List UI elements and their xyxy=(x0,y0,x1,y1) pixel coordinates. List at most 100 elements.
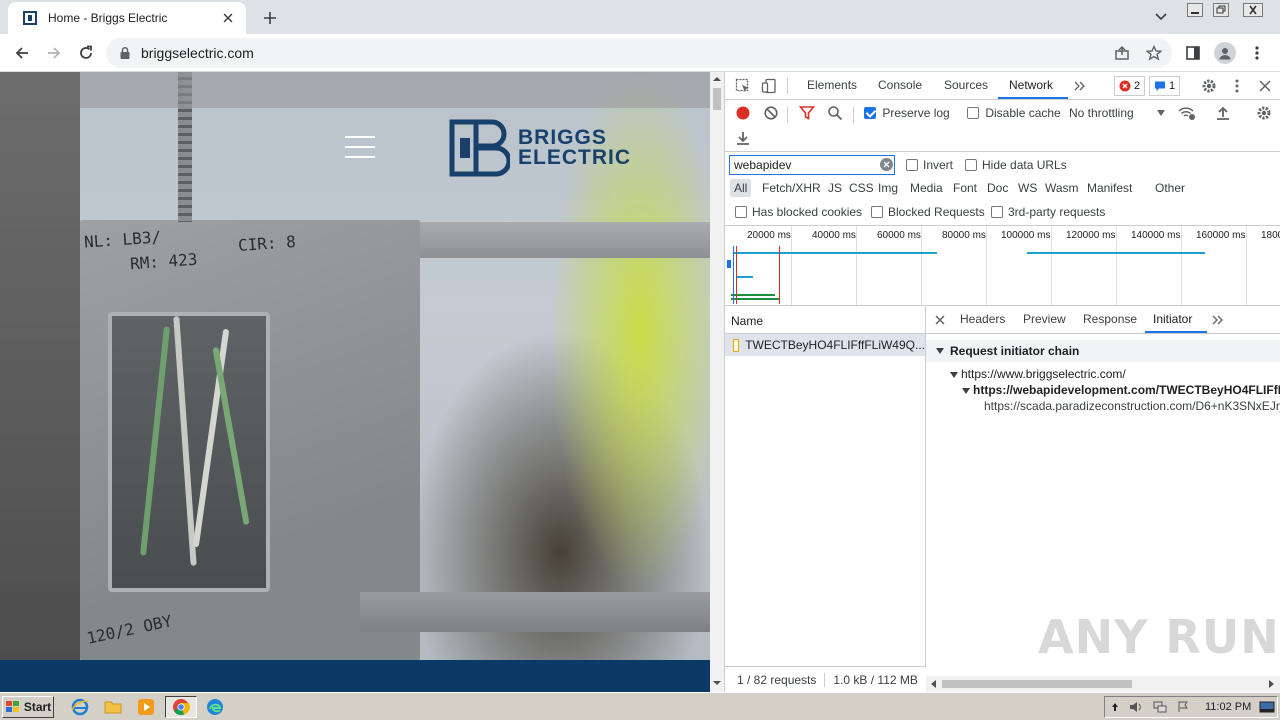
tab-sources[interactable]: Sources xyxy=(944,78,988,92)
close-window-button[interactable] xyxy=(1240,0,1266,20)
error-count: 2 xyxy=(1134,80,1141,92)
network-overview-timeline[interactable]: 20000 ms 40000 ms 60000 ms 80000 ms 1000… xyxy=(725,226,1280,306)
network-conditions-icon[interactable] xyxy=(1178,104,1196,122)
type-filter-fetch-xhr[interactable]: Fetch/XHR xyxy=(758,179,825,197)
lock-icon[interactable] xyxy=(118,46,132,60)
edge-icon[interactable] xyxy=(203,696,227,718)
tab-network[interactable]: Network xyxy=(1009,78,1053,92)
taskbar-clock[interactable]: 11:02 PM xyxy=(1205,701,1251,713)
tab-headers[interactable]: Headers xyxy=(960,312,1005,326)
type-filter-font[interactable]: Font xyxy=(949,179,981,197)
inspect-element-icon[interactable] xyxy=(734,77,752,95)
profile-button[interactable] xyxy=(1213,41,1237,65)
volume-icon[interactable] xyxy=(1129,701,1143,713)
tab-initiator[interactable]: Initiator xyxy=(1153,312,1192,326)
type-filter-css[interactable]: CSS xyxy=(845,179,878,197)
tab-title: Home - Briggs Electric xyxy=(48,11,168,25)
forward-button[interactable] xyxy=(42,41,66,65)
type-filter-media[interactable]: Media xyxy=(906,179,947,197)
start-button[interactable]: Start xyxy=(2,696,54,718)
brand-logo[interactable]: BRIGGS ELECTRIC xyxy=(446,116,631,180)
preserve-log-checkbox[interactable]: Preserve log xyxy=(864,106,950,120)
show-desktop-icon[interactable] xyxy=(1259,701,1275,713)
clear-icon[interactable] xyxy=(762,104,780,122)
tray-expand-icon[interactable] xyxy=(1111,702,1119,712)
scrollbar-thumb[interactable] xyxy=(942,680,1132,688)
reload-button[interactable] xyxy=(74,41,98,65)
import-har-icon[interactable] xyxy=(1214,104,1232,122)
device-toolbar-icon[interactable] xyxy=(760,77,778,95)
export-har-icon[interactable] xyxy=(734,129,752,147)
type-filter-wasm[interactable]: Wasm xyxy=(1041,179,1083,197)
close-details-icon[interactable] xyxy=(931,311,949,329)
third-party-requests-checkbox[interactable]: 3rd-party requests xyxy=(991,205,1105,219)
back-button[interactable] xyxy=(10,41,34,65)
handwriting-text: CIR: 8 xyxy=(237,232,297,255)
disable-cache-checkbox[interactable]: Disable cache xyxy=(967,106,1061,120)
initiator-chain-item[interactable]: https://scada.paradizeconstruction.com/D… xyxy=(984,399,1280,413)
tab-console[interactable]: Console xyxy=(878,78,922,92)
side-panel-icon[interactable] xyxy=(1181,41,1205,65)
table-row[interactable]: TWECTBeyHO4FLIFffFLiW49Q... xyxy=(725,334,925,356)
share-icon[interactable] xyxy=(1110,41,1134,65)
media-player-icon[interactable] xyxy=(134,696,158,718)
more-options-icon[interactable] xyxy=(1228,77,1246,95)
error-count-badge[interactable]: 2 xyxy=(1114,76,1146,96)
type-filter-js[interactable]: JS xyxy=(824,179,846,197)
new-tab-button[interactable] xyxy=(258,6,282,30)
invert-checkbox[interactable]: Invert xyxy=(906,158,953,172)
minimize-button[interactable] xyxy=(1184,0,1206,20)
browser-tab[interactable]: Home - Briggs Electric xyxy=(8,2,246,34)
action-center-flag-icon[interactable] xyxy=(1177,701,1189,713)
tab-response[interactable]: Response xyxy=(1083,312,1137,326)
request-name: TWECTBeyHO4FLIFffFLiW49Q... xyxy=(745,338,925,352)
tab-close-icon[interactable] xyxy=(220,10,236,26)
tab-elements[interactable]: Elements xyxy=(807,78,857,92)
search-icon[interactable] xyxy=(826,104,844,122)
internet-explorer-icon[interactable] xyxy=(68,696,92,718)
checkbox-unchecked[interactable] xyxy=(967,107,979,119)
bookmark-star-icon[interactable] xyxy=(1142,41,1166,65)
checkbox-checked[interactable] xyxy=(864,107,876,119)
file-explorer-icon[interactable] xyxy=(101,696,125,718)
initiator-chain-header[interactable]: Request initiator chain xyxy=(926,340,1280,362)
type-filter-other[interactable]: Other xyxy=(1151,179,1189,197)
throttling-select[interactable]: No throttling xyxy=(1069,106,1169,120)
address-bar[interactable]: briggselectric.com xyxy=(106,38,1172,68)
message-count-badge[interactable]: 1 xyxy=(1149,76,1181,96)
name-column-header[interactable]: Name xyxy=(725,306,926,334)
filter-input[interactable]: webapidev xyxy=(729,155,895,175)
network-icon[interactable] xyxy=(1153,701,1167,713)
type-filter-img[interactable]: Img xyxy=(874,179,902,197)
hide-data-urls-checkbox[interactable]: Hide data URLs xyxy=(965,158,1067,172)
expand-arrow-icon xyxy=(950,372,958,378)
tab-preview[interactable]: Preview xyxy=(1023,312,1066,326)
initiator-chain-item[interactable]: https://www.briggselectric.com/ xyxy=(950,367,1126,381)
page-scrollbar-thumb[interactable] xyxy=(713,88,721,110)
clear-filter-icon[interactable] xyxy=(880,158,893,171)
type-filter-ws[interactable]: WS xyxy=(1014,179,1041,197)
has-blocked-cookies-checkbox[interactable]: Has blocked cookies xyxy=(735,205,862,219)
more-detail-tabs-chevron-icon[interactable] xyxy=(1209,311,1227,329)
initiator-chain-item-selected[interactable]: https://webapidevelopment.com/TWECTBeyHO… xyxy=(962,383,1280,397)
network-settings-gear-icon[interactable] xyxy=(1255,104,1273,122)
scroll-right-arrow-icon[interactable] xyxy=(1267,680,1275,688)
record-icon[interactable] xyxy=(734,104,752,122)
devtools-tab-bar: Elements Console Sources Network 2 1 xyxy=(725,72,1280,100)
type-filter-doc[interactable]: Doc xyxy=(983,179,1012,197)
tab-search-icon[interactable] xyxy=(1150,6,1172,28)
more-tabs-chevron-icon[interactable] xyxy=(1071,77,1089,95)
type-filter-all[interactable]: All xyxy=(730,179,752,197)
restore-button[interactable] xyxy=(1210,0,1232,20)
blocked-requests-checkbox[interactable]: Blocked Requests xyxy=(871,205,985,219)
browser-menu-icon[interactable] xyxy=(1245,41,1269,65)
chrome-taskbar-button[interactable] xyxy=(165,696,197,718)
type-filter-manifest[interactable]: Manifest xyxy=(1083,179,1136,197)
hamburger-menu-icon[interactable] xyxy=(345,136,375,158)
filter-funnel-icon[interactable] xyxy=(798,104,816,122)
settings-gear-icon[interactable] xyxy=(1200,77,1218,95)
scroll-left-arrow-icon[interactable] xyxy=(930,680,938,688)
close-devtools-icon[interactable] xyxy=(1256,77,1274,95)
details-horizontal-scrollbar[interactable] xyxy=(926,676,1280,692)
page-scrollbar[interactable] xyxy=(710,72,724,692)
